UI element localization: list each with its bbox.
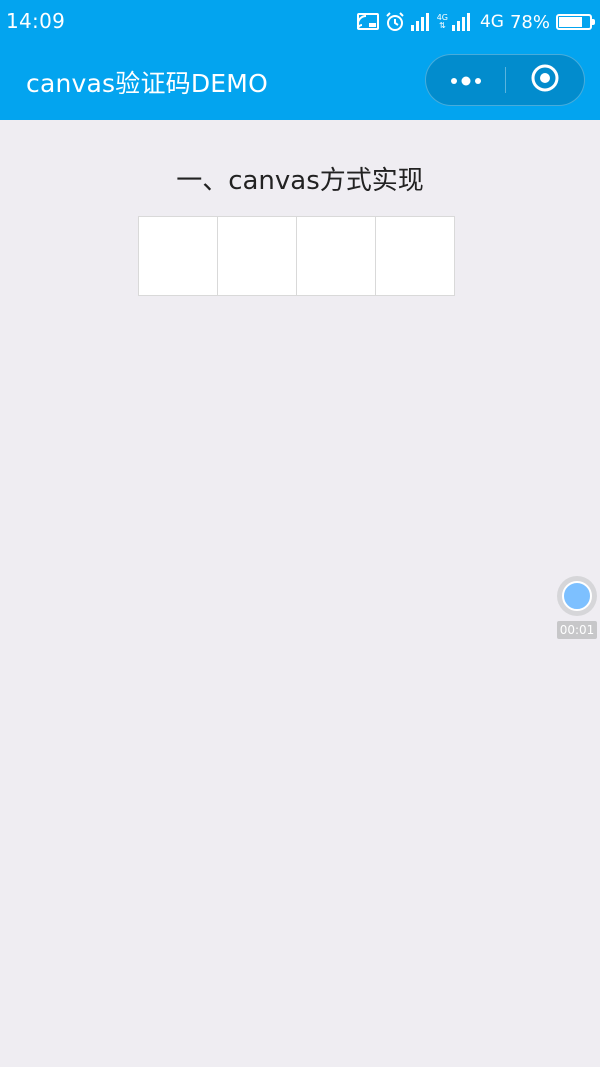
status-bar: 14:09 4G ⇅ 4G 78% [0, 0, 600, 44]
signal-icon [451, 13, 472, 31]
battery-percent: 78% [509, 11, 550, 33]
signal-icon [410, 13, 431, 31]
close-button[interactable] [506, 55, 584, 105]
mini-program-capsule [425, 54, 585, 106]
status-icons: 4G ⇅ 4G 78% [356, 10, 595, 34]
battery-icon [556, 14, 595, 30]
cast-icon [356, 13, 379, 31]
more-dots-icon [450, 71, 482, 90]
top-bar: 14:09 4G ⇅ 4G 78% canvas验证码DEMO [0, 0, 600, 120]
record-dot-icon [562, 581, 592, 611]
nav-title: canvas验证码DEMO [26, 69, 268, 98]
captcha-canvas[interactable] [138, 216, 455, 296]
alarm-icon [385, 12, 405, 32]
code-box-3[interactable] [296, 216, 376, 296]
record-timer: 00:01 [557, 621, 597, 639]
screen-record-button[interactable] [557, 576, 597, 616]
status-time: 14:09 [6, 9, 66, 33]
network-small-label: 4G ⇅ [436, 13, 448, 30]
code-box-1[interactable] [138, 216, 218, 296]
network-label: 4G [479, 12, 504, 32]
more-button[interactable] [426, 55, 505, 105]
section-title: 一、canvas方式实现 [176, 166, 424, 196]
data-arrows-icon: ⇅ [438, 21, 446, 30]
code-box-2[interactable] [217, 216, 297, 296]
battery-level [559, 17, 582, 27]
code-box-4[interactable] [375, 216, 455, 296]
target-circle-icon [530, 63, 560, 97]
